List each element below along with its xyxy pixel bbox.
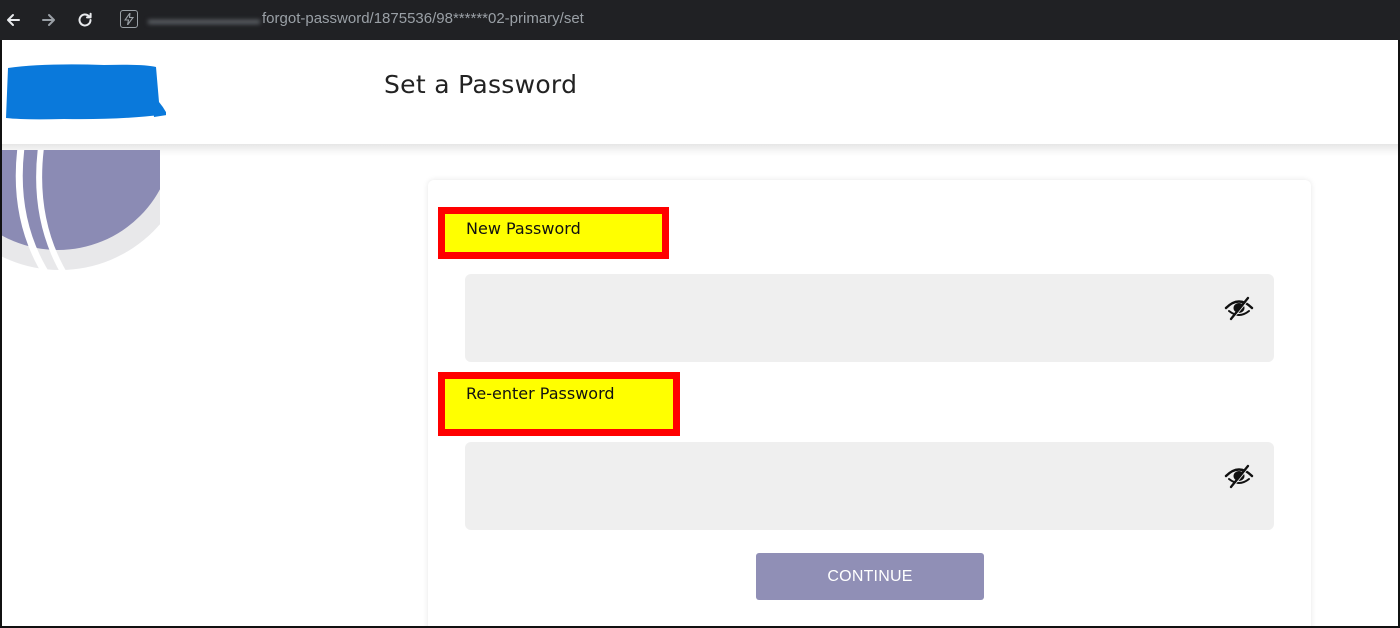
site-info-icon[interactable] <box>120 10 138 28</box>
reload-icon[interactable] <box>74 9 96 31</box>
browser-toolbar: ▬▬▬▬▬▬▬▬▬▬ forgot-password/1875536/98***… <box>0 0 1400 40</box>
new-password-label: New Password <box>466 219 581 238</box>
eye-slash-icon[interactable] <box>1224 463 1254 489</box>
eye-slash-icon[interactable] <box>1224 295 1254 321</box>
page-viewport: Set a Password New Password Re-enter Pas… <box>0 40 1400 628</box>
decorative-circle-graphic <box>2 150 160 280</box>
back-arrow-icon[interactable] <box>2 9 24 31</box>
new-password-input[interactable] <box>465 274 1274 362</box>
forward-arrow-icon[interactable] <box>38 9 60 31</box>
app-header: Set a Password <box>2 40 1398 146</box>
logo-redaction <box>6 64 166 120</box>
page-title: Set a Password <box>384 70 578 99</box>
new-password-label-highlight: New Password <box>438 207 669 259</box>
reenter-password-label-highlight: Re-enter Password <box>438 372 680 436</box>
reenter-password-label: Re-enter Password <box>466 384 615 403</box>
address-bar-url[interactable]: forgot-password/1875536/98******02-prima… <box>262 10 584 27</box>
set-password-card: New Password Re-enter Password CONTINUE <box>428 180 1311 626</box>
header-divider <box>2 144 1398 156</box>
continue-button[interactable]: CONTINUE <box>756 553 984 600</box>
reenter-password-input[interactable] <box>465 442 1274 530</box>
reenter-password-field <box>465 442 1274 530</box>
url-host-blurred: ▬▬▬▬▬▬▬▬▬▬ <box>148 11 260 25</box>
new-password-field <box>465 274 1274 362</box>
